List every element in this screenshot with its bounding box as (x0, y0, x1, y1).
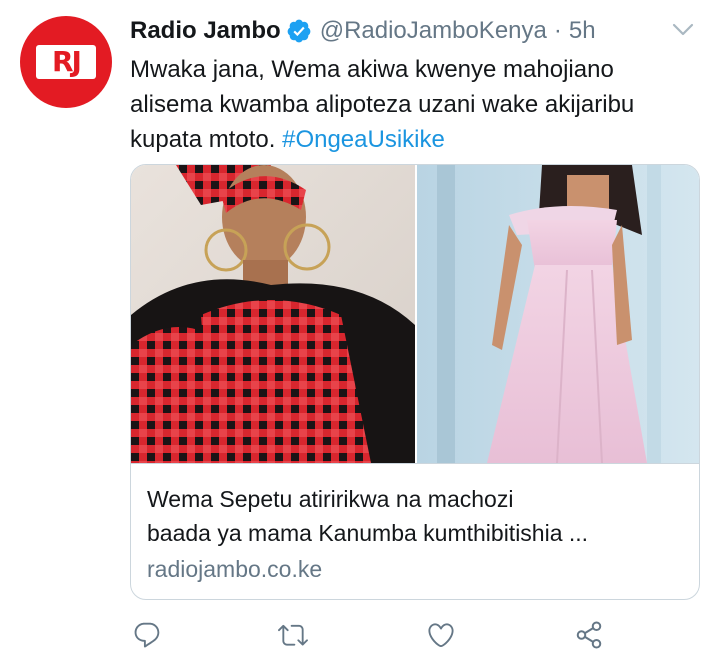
reply-icon[interactable] (132, 620, 162, 650)
share-icon[interactable] (574, 620, 604, 650)
card-domain: radiojambo.co.ke (147, 556, 323, 582)
heart-icon[interactable] (426, 620, 456, 650)
tweet-header: Radio Jambo @RadioJamboKenya · 5h (130, 15, 596, 47)
card-title-line-2: baada ya mama Kanumba kumthibitishia ... (147, 520, 589, 546)
tweet-text: Mwaka jana, Wema akiwa kwenye mahojiano … (130, 52, 700, 157)
card-title: Wema Sepetu atiririkwa na machozi baada … (147, 482, 687, 550)
chevron-down-icon[interactable] (670, 20, 696, 40)
avatar-logo-text: RJ (52, 45, 82, 78)
card-title-line-1: Wema Sepetu atiririkwa na machozi (147, 486, 514, 512)
verified-badge-icon (287, 19, 311, 43)
card-info[interactable]: Wema Sepetu atiririkwa na machozi baada … (131, 463, 699, 599)
retweet-icon[interactable] (278, 620, 308, 650)
tweet[interactable]: RJ Radio Jambo @RadioJamboKenya · 5h Mwa… (0, 0, 720, 657)
header-separator: · (553, 17, 562, 44)
radio-jambo-logo: RJ (36, 45, 96, 79)
avatar[interactable]: RJ (20, 16, 112, 108)
link-card[interactable]: Wema Sepetu atiririkwa na machozi baada … (130, 164, 700, 600)
card-photo-right (417, 165, 699, 463)
card-image[interactable] (131, 165, 699, 463)
user-handle[interactable]: @RadioJamboKenya (320, 17, 547, 45)
display-name[interactable]: Radio Jambo (130, 17, 281, 45)
hashtag-link[interactable]: #OngeaUsikike (282, 126, 445, 153)
tweet-actions (130, 620, 700, 650)
timestamp[interactable]: 5h (569, 17, 596, 45)
card-photo-left (131, 165, 415, 463)
